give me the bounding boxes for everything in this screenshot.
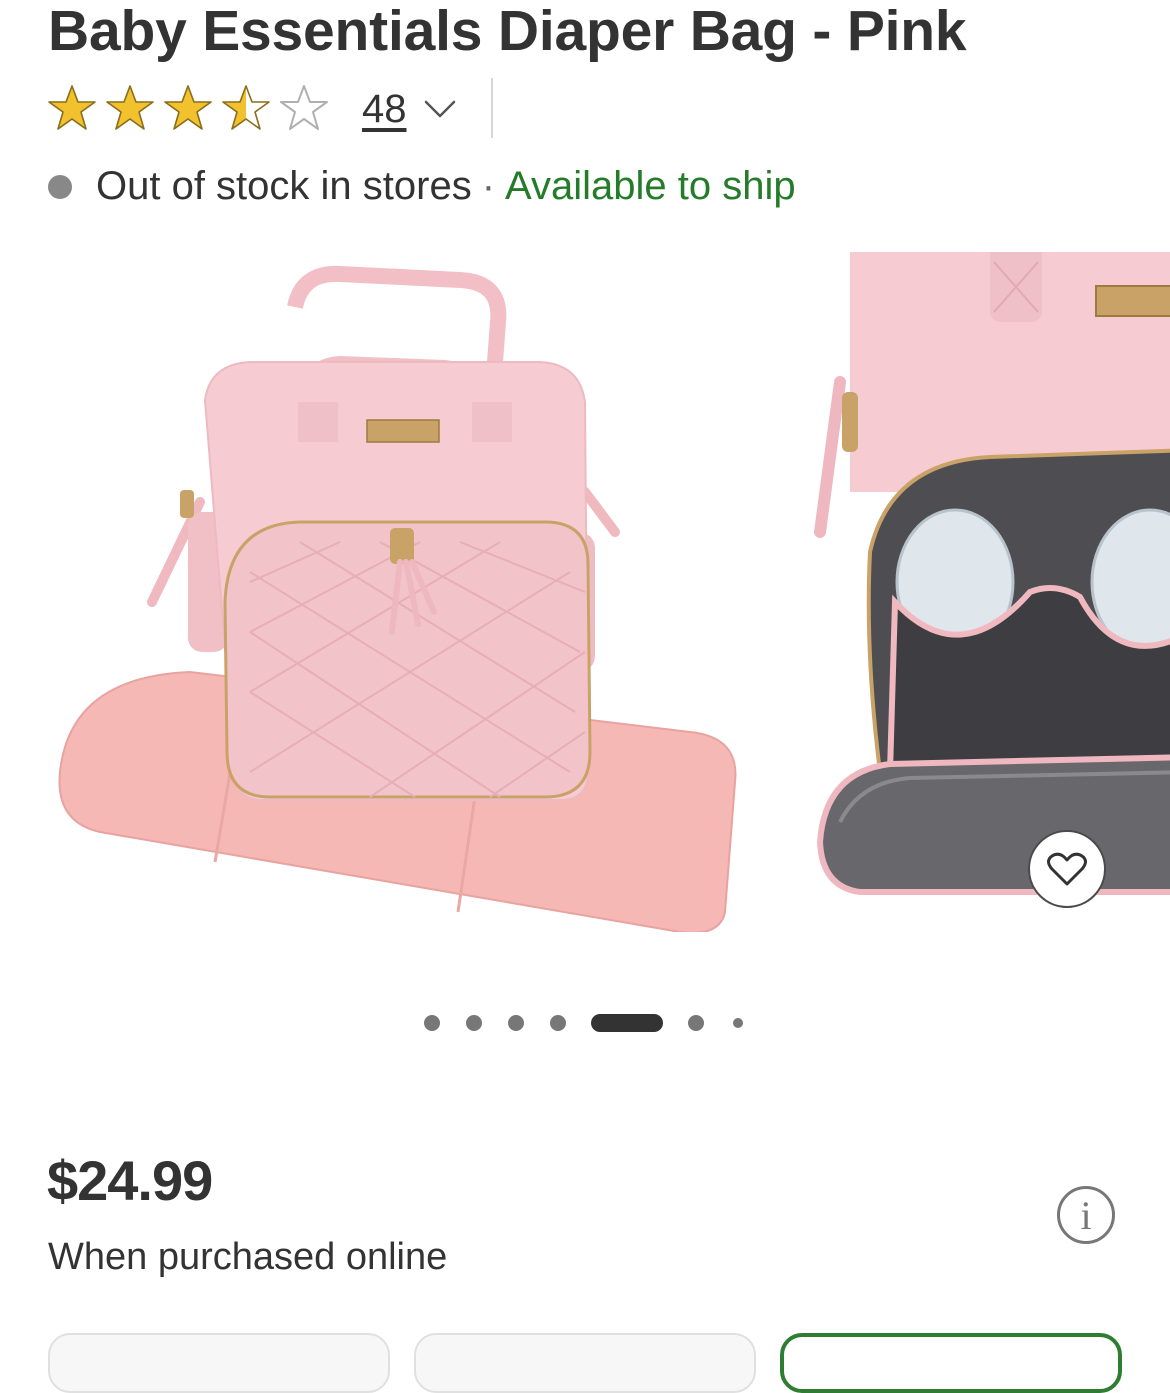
add-to-favorites-button[interactable] xyxy=(1028,830,1106,908)
carousel-dot[interactable] xyxy=(466,1015,482,1031)
divider xyxy=(491,78,493,138)
star-icon xyxy=(280,85,328,130)
ship-status: Available to ship xyxy=(505,164,796,208)
fulfillment-option-pickup[interactable] xyxy=(48,1333,390,1393)
availability-row: Out of stock in stores · Available to sh… xyxy=(48,164,796,209)
product-title: Baby Essentials Diaper Bag - Pink xyxy=(48,0,967,63)
carousel-pagination[interactable] xyxy=(0,1012,1170,1034)
diaper-bag-front-image[interactable] xyxy=(40,252,760,932)
carousel-dot-active[interactable] xyxy=(591,1014,663,1032)
heart-icon xyxy=(1047,852,1087,886)
fulfillment-option-delivery[interactable] xyxy=(414,1333,756,1393)
in-store-status: Out of stock in stores xyxy=(96,164,472,208)
rating-row[interactable]: 48 xyxy=(46,80,457,138)
chevron-down-icon[interactable] xyxy=(423,98,457,120)
carousel-dot[interactable] xyxy=(508,1015,524,1031)
status-separator: · xyxy=(481,164,496,208)
product-price: $24.99 xyxy=(47,1149,213,1212)
carousel-dot[interactable] xyxy=(733,1018,743,1028)
carousel-dot[interactable] xyxy=(550,1015,566,1031)
carousel-dot[interactable] xyxy=(424,1015,440,1031)
review-count-link[interactable]: 48 xyxy=(362,87,407,132)
star-icon xyxy=(106,85,154,130)
carousel-dot[interactable] xyxy=(688,1015,704,1031)
star-icon xyxy=(222,85,270,130)
stock-status-dot xyxy=(48,174,72,199)
product-image-carousel[interactable] xyxy=(0,252,1170,932)
star-icon xyxy=(48,85,96,130)
star-rating xyxy=(46,84,336,134)
info-icon[interactable]: i xyxy=(1057,1186,1115,1244)
price-note: When purchased online xyxy=(48,1236,448,1278)
diaper-bag-open-image[interactable] xyxy=(800,252,1170,932)
star-icon xyxy=(164,85,212,130)
fulfillment-option-shipping[interactable] xyxy=(780,1333,1122,1393)
